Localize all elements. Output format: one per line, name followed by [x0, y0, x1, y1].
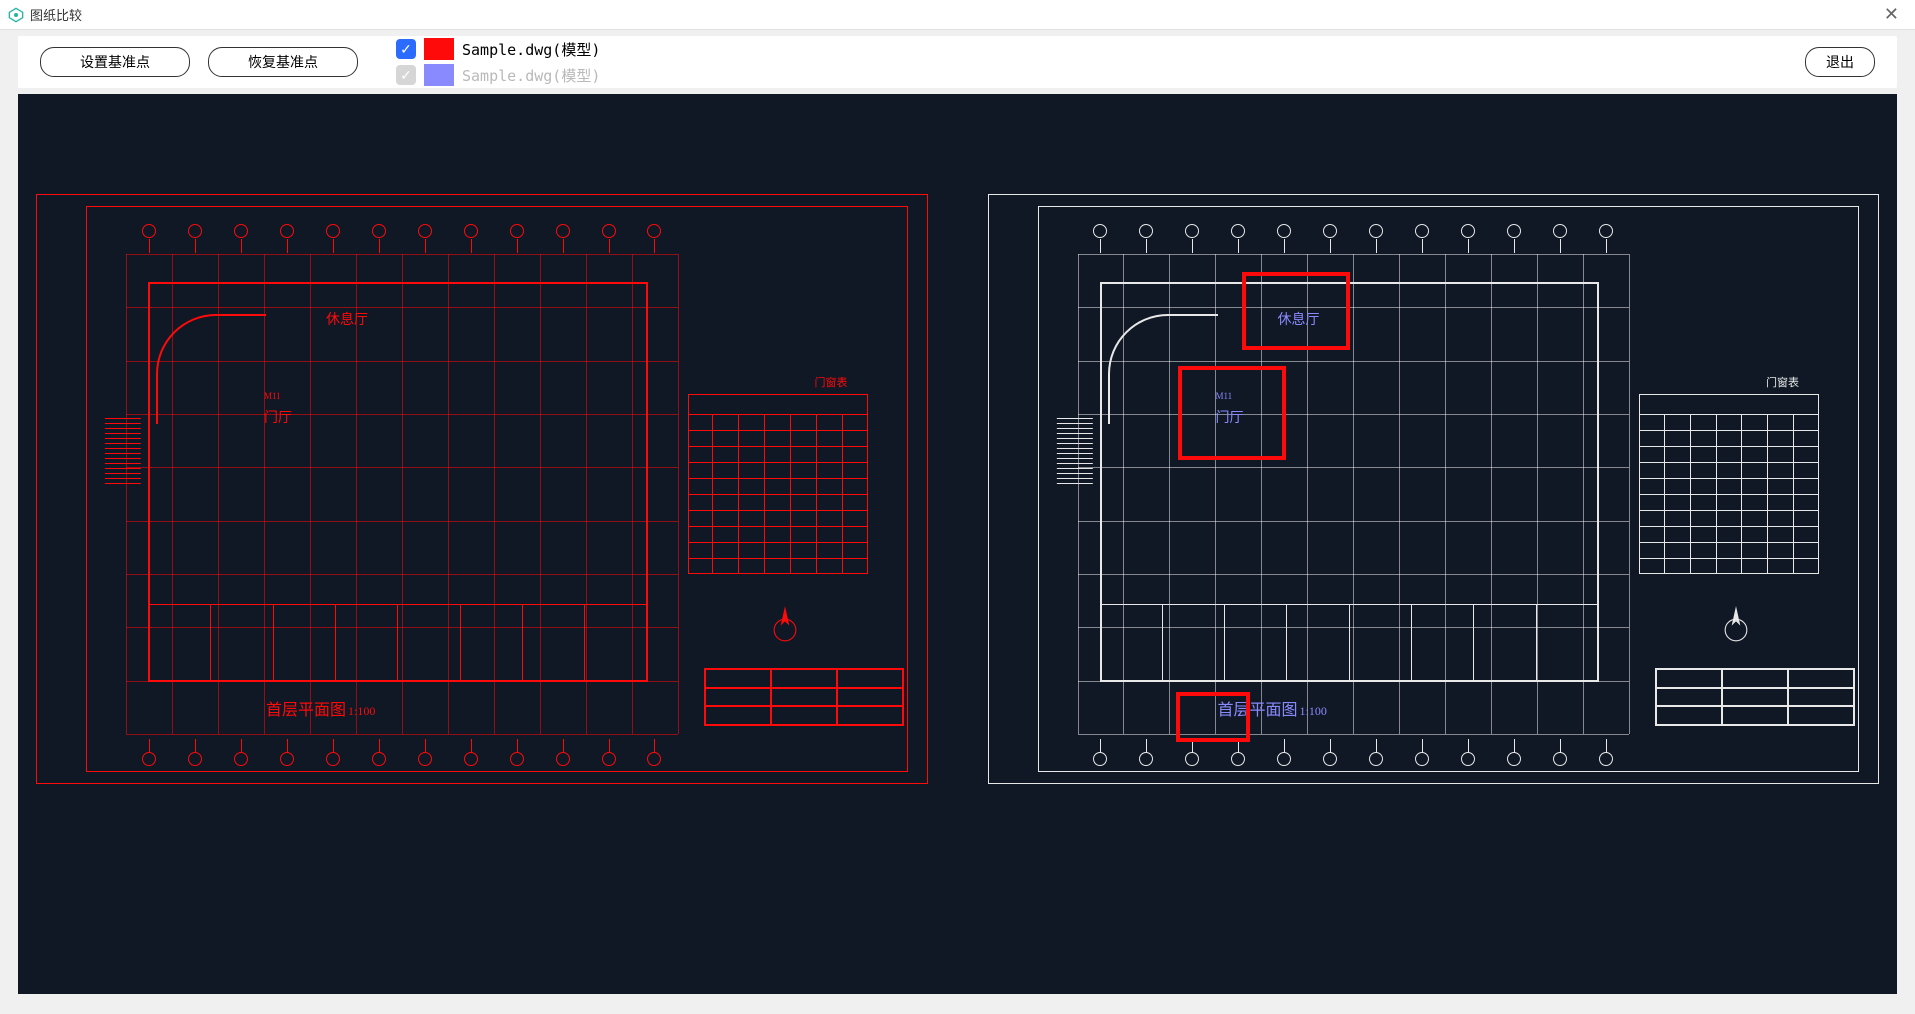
difference-marker[interactable]	[1176, 692, 1250, 742]
restore-basepoint-button[interactable]: 恢复基准点	[208, 47, 358, 77]
grid-bubbles-bottom	[1078, 744, 1630, 774]
file-label-1: Sample.dwg(模型)	[462, 39, 600, 60]
south-rooms	[148, 604, 648, 682]
file-swatch-2	[424, 64, 454, 86]
set-basepoint-button[interactable]: 设置基准点	[40, 47, 190, 77]
drawing-comparison-viewer[interactable]: 休息厅 M11 门厅 门窗表 首层平面图1:100 休息厅 M11 门厅 门窗表	[18, 94, 1897, 994]
titlebar: 图纸比较 ✕	[0, 0, 1915, 30]
plan-title-text: 首层平面图	[266, 702, 346, 719]
north-arrow-icon	[1723, 604, 1749, 642]
room-label-hall: 门厅	[264, 407, 292, 427]
difference-marker[interactable]	[1242, 272, 1350, 350]
room-label-hall-code: M11	[264, 391, 281, 401]
grid-bubbles-top	[126, 216, 678, 246]
exit-button[interactable]: 退出	[1805, 47, 1875, 77]
entrance-steps	[1058, 414, 1094, 514]
entrance-steps	[106, 414, 142, 514]
schedule-title: 门窗表	[815, 374, 848, 390]
plan-title: 首层平面图1:100	[266, 696, 375, 720]
grid-bubbles-top	[1078, 216, 1630, 246]
plan-scale: 1:100	[1300, 704, 1327, 718]
north-arrow-icon	[772, 604, 798, 642]
right-drawing-pane[interactable]: 休息厅 M11 门厅 门窗表 首层平面图1:100	[978, 114, 1890, 974]
schedule-title: 门窗表	[1766, 374, 1799, 390]
schedule-rows	[688, 414, 868, 574]
left-drawing-pane[interactable]: 休息厅 M11 门厅 门窗表 首层平面图1:100	[26, 114, 938, 974]
window-title: 图纸比较	[30, 5, 82, 24]
title-block	[704, 668, 904, 726]
close-icon[interactable]: ✕	[1876, 4, 1907, 25]
file-swatch-1	[424, 38, 454, 60]
file-checkbox-1[interactable]: ✓	[396, 39, 416, 59]
toolbar: 设置基准点 恢复基准点 ✓ Sample.dwg(模型) ✓ Sample.dw…	[18, 36, 1897, 88]
schedule-rows	[1639, 414, 1819, 574]
file-label-2: Sample.dwg(模型)	[462, 65, 600, 86]
plan-scale: 1:100	[348, 704, 375, 718]
file-checkbox-2[interactable]: ✓	[396, 65, 416, 85]
file-legend-1: ✓ Sample.dwg(模型) ✓ Sample.dwg(模型)	[396, 38, 600, 86]
app-icon	[8, 7, 24, 23]
south-rooms	[1100, 604, 1600, 682]
title-block	[1655, 668, 1855, 726]
room-label-lounge: 休息厅	[326, 309, 368, 329]
difference-marker[interactable]	[1178, 366, 1286, 460]
grid-bubbles-bottom	[126, 744, 678, 774]
